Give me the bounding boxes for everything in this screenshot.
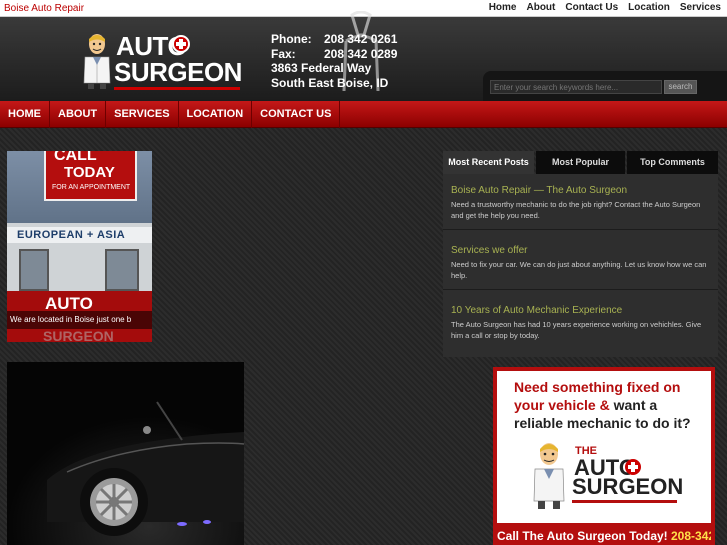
post-title-link[interactable]: Boise Auto Repair — The Auto Surgeon <box>451 185 710 196</box>
call-text: CALL <box>54 151 97 164</box>
top-nav-services[interactable]: Services <box>680 2 721 13</box>
list-item: 10 Years of Auto Mechanic Experience The… <box>443 294 718 350</box>
shop-window <box>19 249 49 291</box>
main-nav-location[interactable]: LOCATION <box>179 101 253 128</box>
slide-logo-surgeon: SURGEON <box>43 328 114 342</box>
ad-logo-surgeon: SURGEON <box>572 474 684 499</box>
logo-surgeon-text: SURGEON <box>114 57 242 87</box>
post-excerpt: The Auto Surgeon has had 10 years experi… <box>451 320 702 340</box>
ad-call-text: Call The Auto Surgeon Today! <box>497 529 671 543</box>
featured-slideshow[interactable]: CALL TODAY FOR AN APPOINTMENT EUROPEAN +… <box>7 151 152 342</box>
ad-call-footer: Call The Auto Surgeon Today! 208-342-026… <box>497 523 715 545</box>
sidebar-tabs: Most Recent Posts Most Popular Top Comme… <box>443 151 718 174</box>
surgeon-mascot-icon <box>83 34 111 89</box>
ad-headline-2a: your vehicle & <box>514 397 610 413</box>
top-nav-location[interactable]: Location <box>628 2 670 13</box>
medical-cross-icon <box>172 35 190 53</box>
top-nav-home[interactable]: Home <box>489 2 517 13</box>
main-nav-about[interactable]: ABOUT <box>50 101 107 128</box>
post-excerpt: Need a trustworthy mechanic to do the jo… <box>451 200 701 220</box>
today-text: TODAY <box>64 164 115 181</box>
medical-cross-icon <box>625 459 641 475</box>
fax-label: Fax: <box>271 46 296 61</box>
ad-headline-3: reliable mechanic to do it? <box>514 415 691 431</box>
convertible-car-icon <box>7 362 244 545</box>
ad-headline-1: Need something fixed on <box>514 379 681 395</box>
site-header: AUTO SURGEON Phone: 208 342 0261 Fax: 20… <box>0 11 727 101</box>
main-nav-services[interactable]: SERVICES <box>106 101 179 128</box>
main-nav-home[interactable]: HOME <box>0 101 50 128</box>
car-image <box>7 362 244 545</box>
ad-headline-2b: want a <box>609 397 658 413</box>
call-today-sign: CALL TODAY FOR AN APPOINTMENT <box>44 151 137 201</box>
search-button[interactable]: search <box>664 80 697 94</box>
ad-phone-number: 208-342-0261 <box>671 529 715 543</box>
advertisement-banner[interactable]: Need something fixed on your vehicle & w… <box>493 367 715 545</box>
main-nav: HOME ABOUT SERVICES LOCATION CONTACT US <box>0 101 727 128</box>
list-item: Boise Auto Repair — The Auto Surgeon Nee… <box>443 174 718 230</box>
top-nav-about[interactable]: About <box>526 2 555 13</box>
post-title-link[interactable]: Services we offer <box>451 245 710 256</box>
appointment-text: FOR AN APPOINTMENT <box>52 184 131 191</box>
tab-most-popular[interactable]: Most Popular <box>536 151 625 174</box>
fax-number: 208 342 0289 <box>324 46 398 61</box>
main-nav-contact[interactable]: CONTACT US <box>252 101 341 128</box>
search-input[interactable] <box>490 80 662 94</box>
shop-sign: EUROPEAN + ASIA <box>7 227 152 243</box>
site-logo[interactable]: AUTO SURGEON <box>80 31 245 93</box>
post-excerpt: Need to fix your car. We can do just abo… <box>451 260 707 280</box>
shop-window <box>105 249 139 291</box>
top-nav-contact[interactable]: Contact Us <box>565 2 618 13</box>
phone-label: Phone: <box>271 32 312 46</box>
search-box: search <box>483 71 727 101</box>
post-title-link[interactable]: 10 Years of Auto Mechanic Experience <box>451 305 710 316</box>
address-line-2: South East Boise, ID <box>271 75 389 90</box>
slide-caption: We are located in Boise just one b <box>7 311 152 329</box>
tab-top-comments[interactable]: Top Comments <box>627 151 718 174</box>
phone-number: 208 342 0261 <box>324 32 398 46</box>
logo-underline <box>114 87 240 90</box>
recent-posts-list: Boise Auto Repair — The Auto Surgeon Nee… <box>443 174 718 357</box>
contact-info: Phone: 208 342 0261 Fax: 208 342 0289 38… <box>271 32 397 90</box>
top-nav: Home About Contact Us Location Services <box>489 2 721 13</box>
list-item: Services we offer Need to fix your car. … <box>443 234 718 290</box>
address-line-1: 3863 Federal Way <box>271 61 372 75</box>
ad-headline-2: your vehicle & want a <box>514 396 657 414</box>
ad-logo-underline <box>572 500 677 503</box>
site-name-link[interactable]: Boise Auto Repair <box>4 3 84 14</box>
surgeon-mascot-icon <box>533 443 565 509</box>
tab-most-recent-posts[interactable]: Most Recent Posts <box>443 151 534 174</box>
